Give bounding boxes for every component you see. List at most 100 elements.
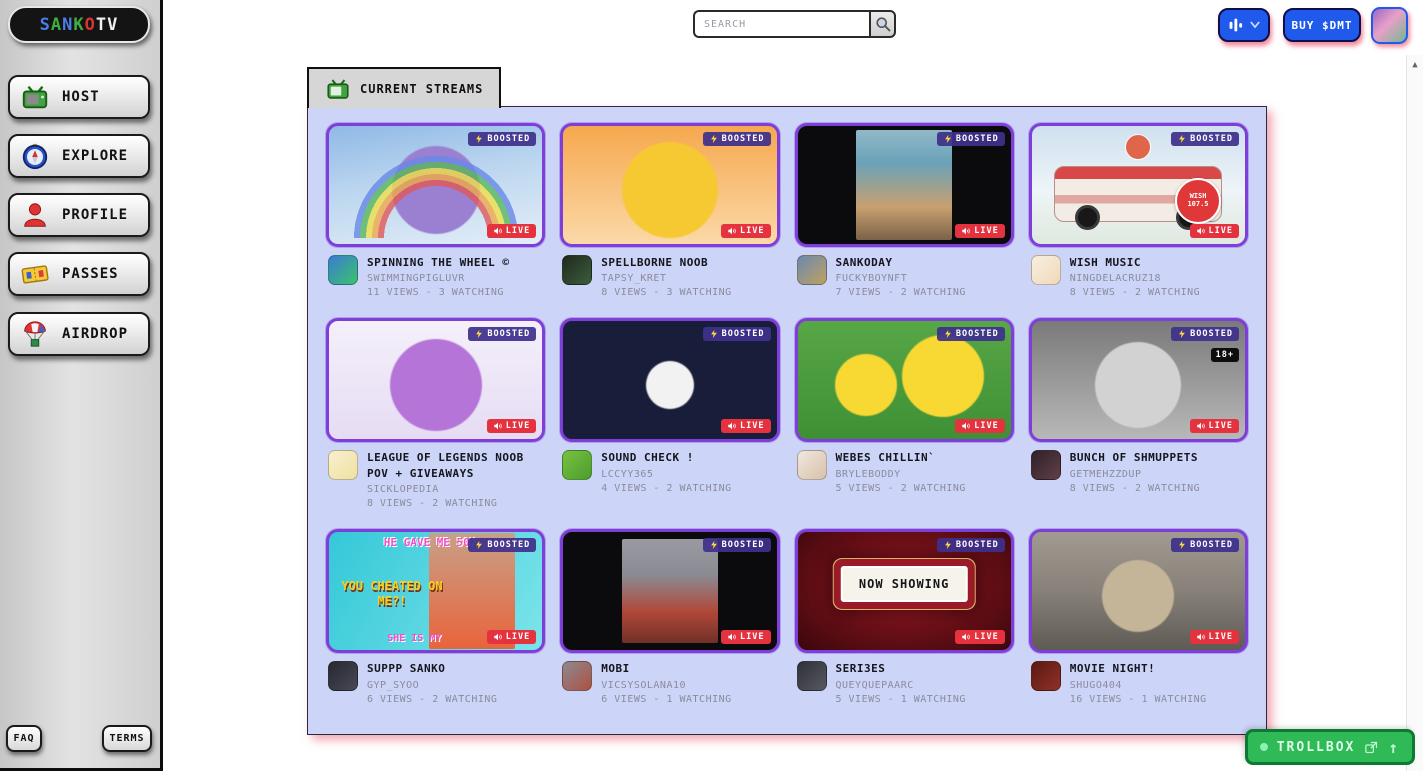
stream-meta: WISH MUSIC NINGDELACRUZ18 8 VIEWS - 2 WA… — [1070, 255, 1200, 298]
logo[interactable]: SANKOTV — [8, 6, 150, 43]
scrollbar[interactable]: ▲ — [1406, 55, 1423, 771]
stream-card[interactable]: BOOSTED LIVE WISH 107.5 WISH MUSIC NINGD… — [1029, 123, 1248, 298]
streamer-avatar[interactable] — [1031, 255, 1061, 285]
stream-card[interactable]: BOOSTED LIVE SANKODAY FUCKYBOYNFT 7 VIEW… — [795, 123, 1014, 298]
search-bar — [693, 10, 896, 38]
stream-thumbnail[interactable]: BOOSTED LIVE WISH 107.5 — [1029, 123, 1248, 247]
stream-title[interactable]: SERI3ES — [836, 661, 966, 676]
stream-stats: 7 VIEWS - 2 WATCHING — [836, 287, 966, 298]
stream-card[interactable]: BOOSTED LIVE LEAGUE OF LEGENDS NOOB POV … — [326, 318, 545, 509]
arrow-up-icon: ↑ — [1388, 738, 1400, 757]
lightning-icon — [474, 134, 484, 144]
sidebar-item-profile[interactable]: PROFILE — [8, 193, 150, 237]
buy-dmt-button[interactable]: BUY $DMT — [1283, 8, 1361, 42]
streamer-username: BRYLEBODDY — [836, 469, 966, 480]
sidebar-item-passes[interactable]: PASSES — [8, 252, 150, 296]
stream-stats: 8 VIEWS - 2 WATCHING — [367, 498, 543, 509]
scroll-up-arrow[interactable]: ▲ — [1407, 55, 1423, 75]
streamer-username: GYP_SYOO — [367, 680, 497, 691]
tab-current-streams[interactable]: CURRENT STREAMS — [307, 67, 501, 108]
stream-meta: SPINNING THE WHEEL © SWIMMINGPIGLUVR 11 … — [367, 255, 509, 298]
compass-icon — [20, 141, 50, 171]
streamer-username: TAPSY_KRET — [601, 273, 731, 284]
live-badge: LIVE — [1190, 630, 1239, 644]
search-input[interactable] — [693, 10, 869, 38]
streamer-avatar[interactable] — [1031, 661, 1061, 691]
stream-thumbnail[interactable]: BOOSTED LIVE 18+ — [1029, 318, 1248, 442]
streamer-avatar[interactable] — [562, 450, 592, 480]
external-link-icon — [1364, 740, 1379, 755]
stream-thumbnail[interactable]: BOOSTED LIVE — [795, 318, 1014, 442]
stream-thumbnail[interactable]: BOOSTED LIVE — [795, 123, 1014, 247]
stream-thumbnail[interactable]: BOOSTED LIVE — [560, 529, 779, 653]
sidebar-item-label: PASSES — [62, 266, 119, 282]
terms-button[interactable]: TERMS — [102, 725, 152, 752]
stream-card[interactable]: BOOSTED LIVE SPELLBORNE NOOB TAPSY_KRET … — [560, 123, 779, 298]
stream-card[interactable]: BOOSTED LIVE 18+ BUNCH OF SHMUPPETS GETM… — [1029, 318, 1248, 509]
stream-thumbnail[interactable]: BOOSTED LIVE — [560, 123, 779, 247]
streamer-avatar[interactable] — [797, 255, 827, 285]
sidebar-item-explore[interactable]: EXPLORE — [8, 134, 150, 178]
stream-title[interactable]: SANKODAY — [836, 255, 966, 270]
stream-thumbnail[interactable]: BOOSTED LIVE — [560, 318, 779, 442]
boosted-badge: BOOSTED — [937, 132, 1005, 146]
streamer-avatar[interactable] — [328, 661, 358, 691]
boosted-label: BOOSTED — [956, 134, 999, 144]
stream-card[interactable]: BOOSTED LIVE MOVIE NIGHT! SHUGO404 16 VI… — [1029, 529, 1248, 704]
token-menu-button[interactable] — [1218, 8, 1270, 42]
stream-card[interactable]: BOOSTED LIVE SPINNING THE WHEEL © SWIMMI… — [326, 123, 545, 298]
speaker-icon — [1196, 632, 1206, 642]
stream-title[interactable]: SOUND CHECK ! — [601, 450, 731, 465]
stream-thumbnail[interactable]: BOOSTED LIVE NOW SHOWING — [795, 529, 1014, 653]
sidebar-item-airdrop[interactable]: AIRDROP — [8, 312, 150, 356]
stream-title[interactable]: MOVIE NIGHT! — [1070, 661, 1207, 676]
stream-title[interactable]: SPINNING THE WHEEL © — [367, 255, 509, 270]
stream-title[interactable]: SPELLBORNE NOOB — [601, 255, 731, 270]
streamer-avatar[interactable] — [562, 661, 592, 691]
sidebar: SANKOTV HOST EXPLORE PROFILE — [0, 0, 163, 771]
stream-card[interactable]: BOOSTED LIVE WEBES CHILLIN` BRYLEBODDY 5… — [795, 318, 1014, 509]
stream-thumbnail[interactable]: BOOSTED LIVE — [326, 318, 545, 442]
stream-card[interactable]: BOOSTED LIVE SOUND CHECK ! LCCYY365 4 VI… — [560, 318, 779, 509]
stream-meta: BUNCH OF SHMUPPETS GETMEHZZDUP 8 VIEWS -… — [1070, 450, 1200, 493]
live-label: LIVE — [1209, 421, 1233, 431]
stream-thumbnail[interactable]: BOOSTED LIVE HE GAVE ME 50KYOU CHEATED O… — [326, 529, 545, 653]
streamer-avatar[interactable] — [797, 661, 827, 691]
stream-card[interactable]: BOOSTED LIVE NOW SHOWING SERI3ES QUEYQUE… — [795, 529, 1014, 704]
streamer-avatar[interactable] — [328, 450, 358, 480]
streamer-avatar[interactable] — [1031, 450, 1061, 480]
stream-title[interactable]: SUPPP SANKO — [367, 661, 497, 676]
stream-thumbnail[interactable]: BOOSTED LIVE — [326, 123, 545, 247]
speaker-icon — [961, 226, 971, 236]
streamer-avatar[interactable] — [562, 255, 592, 285]
stream-meta: WEBES CHILLIN` BRYLEBODDY 5 VIEWS - 2 WA… — [836, 450, 966, 493]
live-label: LIVE — [740, 226, 764, 236]
stream-title[interactable]: BUNCH OF SHMUPPETS — [1070, 450, 1200, 465]
live-label: LIVE — [740, 421, 764, 431]
stream-thumbnail[interactable]: BOOSTED LIVE — [1029, 529, 1248, 653]
stream-info: MOVIE NIGHT! SHUGO404 16 VIEWS - 1 WATCH… — [1029, 661, 1248, 704]
stream-card[interactable]: BOOSTED LIVE MOBI VICSYSOLANA10 6 VIEWS … — [560, 529, 779, 704]
faq-button[interactable]: FAQ — [6, 725, 42, 752]
stream-stats: 4 VIEWS - 2 WATCHING — [601, 483, 731, 494]
search-button[interactable] — [869, 10, 896, 38]
speaker-icon — [1196, 226, 1206, 236]
streamer-avatar[interactable] — [328, 255, 358, 285]
boosted-badge: BOOSTED — [703, 327, 771, 341]
trollbox-button[interactable]: TROLLBOX ↑ — [1245, 729, 1415, 765]
sidebar-item-host[interactable]: HOST — [8, 75, 150, 119]
stream-card[interactable]: BOOSTED LIVE HE GAVE ME 50KYOU CHEATED O… — [326, 529, 545, 704]
user-avatar[interactable] — [1371, 7, 1408, 44]
streamer-avatar[interactable] — [797, 450, 827, 480]
stream-title[interactable]: WEBES CHILLIN` — [836, 450, 966, 465]
wish-logo-icon — [1125, 134, 1151, 160]
stream-info: MOBI VICSYSOLANA10 6 VIEWS - 1 WATCHING — [560, 661, 779, 704]
streamer-username: SWIMMINGPIGLUVR — [367, 273, 509, 284]
lightning-icon — [1177, 134, 1187, 144]
stream-title[interactable]: LEAGUE OF LEGENDS NOOB POV + GIVEAWAYS — [367, 450, 543, 481]
live-label: LIVE — [506, 226, 530, 236]
stream-title[interactable]: MOBI — [601, 661, 731, 676]
stream-title[interactable]: WISH MUSIC — [1070, 255, 1200, 270]
boosted-label: BOOSTED — [1190, 134, 1233, 144]
stream-info: SUPPP SANKO GYP_SYOO 6 VIEWS - 2 WATCHIN… — [326, 661, 545, 704]
